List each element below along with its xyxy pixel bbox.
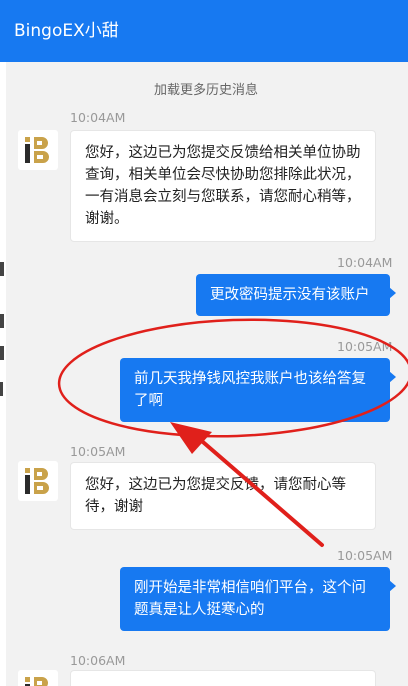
message-timestamp: 10:06AM [70,653,126,668]
user-message-bubble: 刚开始是非常相信咱们平台，这个问题真是让人挺寒心的 [120,567,396,631]
agent-message-bubble: 您好，这边已为您提交反馈给相关单位协助查询，相关单位会尽快协助您排除此状况，一有… [70,130,376,242]
agent-avatar [18,670,58,686]
chat-header: BingoEX小甜 [0,0,408,62]
bingo-logo-icon [25,677,48,686]
message-timestamp: 10:05AM [337,339,393,354]
message-timestamp: 10:04AM [337,255,393,270]
user-message-bubble: 前几天我挣钱风控我账户也该给答复了啊 [120,358,396,422]
agent-avatar [18,461,58,501]
message-timestamp: 10:04AM [70,110,126,125]
chat-title: BingoEX小甜 [14,21,119,41]
chat-area[interactable]: 加载更多历史消息 10:04AM 您好，这边已为您提交反馈给相关单位协助查询，相… [6,62,406,686]
agent-message-bubble: 您好，这边已为您提交反馈，请您耐心等待，谢谢 [70,462,376,530]
message-timestamp: 10:05AM [337,548,393,563]
bingo-logo-icon [25,137,49,163]
load-more-history-link[interactable]: 加载更多历史消息 [6,79,406,98]
agent-message-bubble [70,670,376,686]
agent-avatar [18,130,58,170]
message-timestamp: 10:05AM [70,444,126,459]
user-message-bubble: 更改密码提示没有该账户 [196,274,396,316]
bingo-logo-icon [25,468,49,494]
